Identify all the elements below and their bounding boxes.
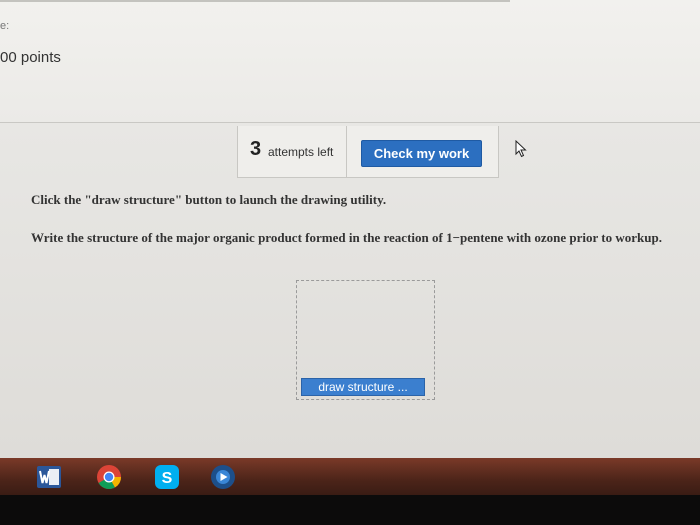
attempts-label: attempts left xyxy=(268,145,334,159)
attempts-panel: 3 attempts left Check my work xyxy=(237,126,499,178)
monitor-bezel xyxy=(0,495,700,525)
check-my-work-button[interactable]: Check my work xyxy=(361,140,482,167)
points-value: 00 points xyxy=(0,49,61,66)
skype-icon[interactable]: S xyxy=(154,464,180,490)
attempts-count: 3 xyxy=(250,138,262,160)
chrome-icon[interactable] xyxy=(96,464,122,490)
question-prompt: Write the structure of the major organic… xyxy=(31,230,662,245)
header-divider xyxy=(0,0,510,2)
attempts-divider xyxy=(346,126,347,177)
draw-structure-button[interactable]: draw structure ... xyxy=(301,378,425,396)
mouse-cursor-icon xyxy=(515,140,527,158)
browser-viewport: e: 00 points 3 attempts left Check my wo… xyxy=(0,0,700,460)
instruction-draw: Click the "draw structure" button to lau… xyxy=(31,192,387,207)
media-player-icon[interactable] xyxy=(210,464,236,490)
question-label: e: xyxy=(0,20,10,32)
word-icon[interactable] xyxy=(36,464,62,490)
svg-text:S: S xyxy=(162,470,173,487)
structure-answer-area: draw structure ... xyxy=(296,280,435,400)
question-header: e: 00 points xyxy=(0,0,700,123)
